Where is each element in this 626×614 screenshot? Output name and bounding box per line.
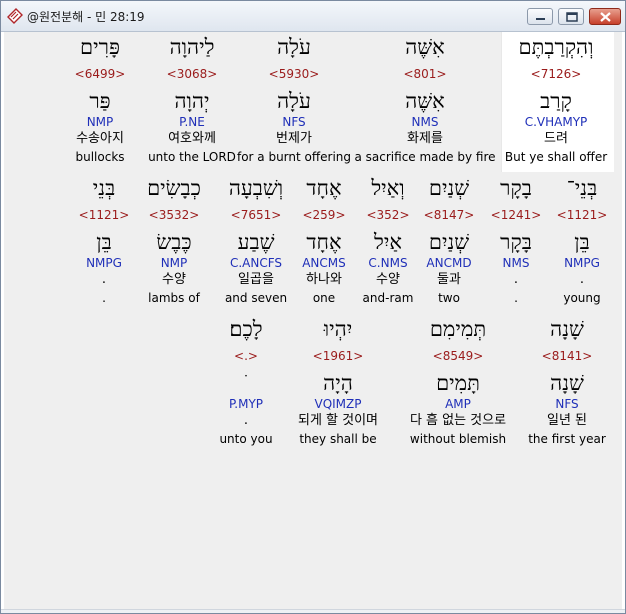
main-window: @원전분해 - 민 28:19 וְהִקְרַבְתֶּם <7126> קָרַ… xyxy=(0,0,626,614)
hebrew-root: בֵּן xyxy=(96,230,112,254)
close-icon xyxy=(600,12,611,22)
bottom-border xyxy=(1,609,625,613)
hebrew-word[interactable]: בְּנֵי xyxy=(14,176,194,200)
strongs-number[interactable]: <.> xyxy=(156,349,336,363)
hebrew-word[interactable]: פָּרִים xyxy=(10,35,190,59)
parsing-code: NMPG xyxy=(86,256,122,270)
korean-gloss: . xyxy=(101,272,107,287)
maximize-button[interactable] xyxy=(558,8,584,25)
english-gloss: unto you xyxy=(219,432,273,446)
title-bar[interactable]: @원전분해 - 민 28:19 xyxy=(1,1,625,32)
korean-gloss: . xyxy=(243,413,249,428)
hebrew-root: פַּר xyxy=(89,89,111,113)
close-button[interactable] xyxy=(589,8,621,25)
parsing-code: NMP xyxy=(86,115,114,129)
minimize-button[interactable] xyxy=(527,8,553,25)
strongs-number[interactable]: <1121> xyxy=(14,208,194,222)
maximize-icon xyxy=(566,12,578,22)
parsing-code: P.MYP xyxy=(228,397,264,411)
interlinear-view[interactable]: וְהִקְרַבְתֶּם <7126> קָרַב C.VHAMYP 드려 But y… xyxy=(4,32,622,609)
korean-gloss: 수송아지 xyxy=(76,131,124,146)
hebrew-root: ׁ xyxy=(156,371,336,395)
bible-app-icon xyxy=(7,8,23,24)
english-gloss: bullocks xyxy=(75,150,125,164)
english-gloss: . xyxy=(102,291,106,305)
minimize-icon xyxy=(536,18,545,20)
window-title: @원전분해 - 민 28:19 xyxy=(27,10,145,24)
hebrew-word[interactable]: לָכֶם׃ xyxy=(156,317,336,341)
strongs-number[interactable]: <6499> xyxy=(10,67,190,81)
